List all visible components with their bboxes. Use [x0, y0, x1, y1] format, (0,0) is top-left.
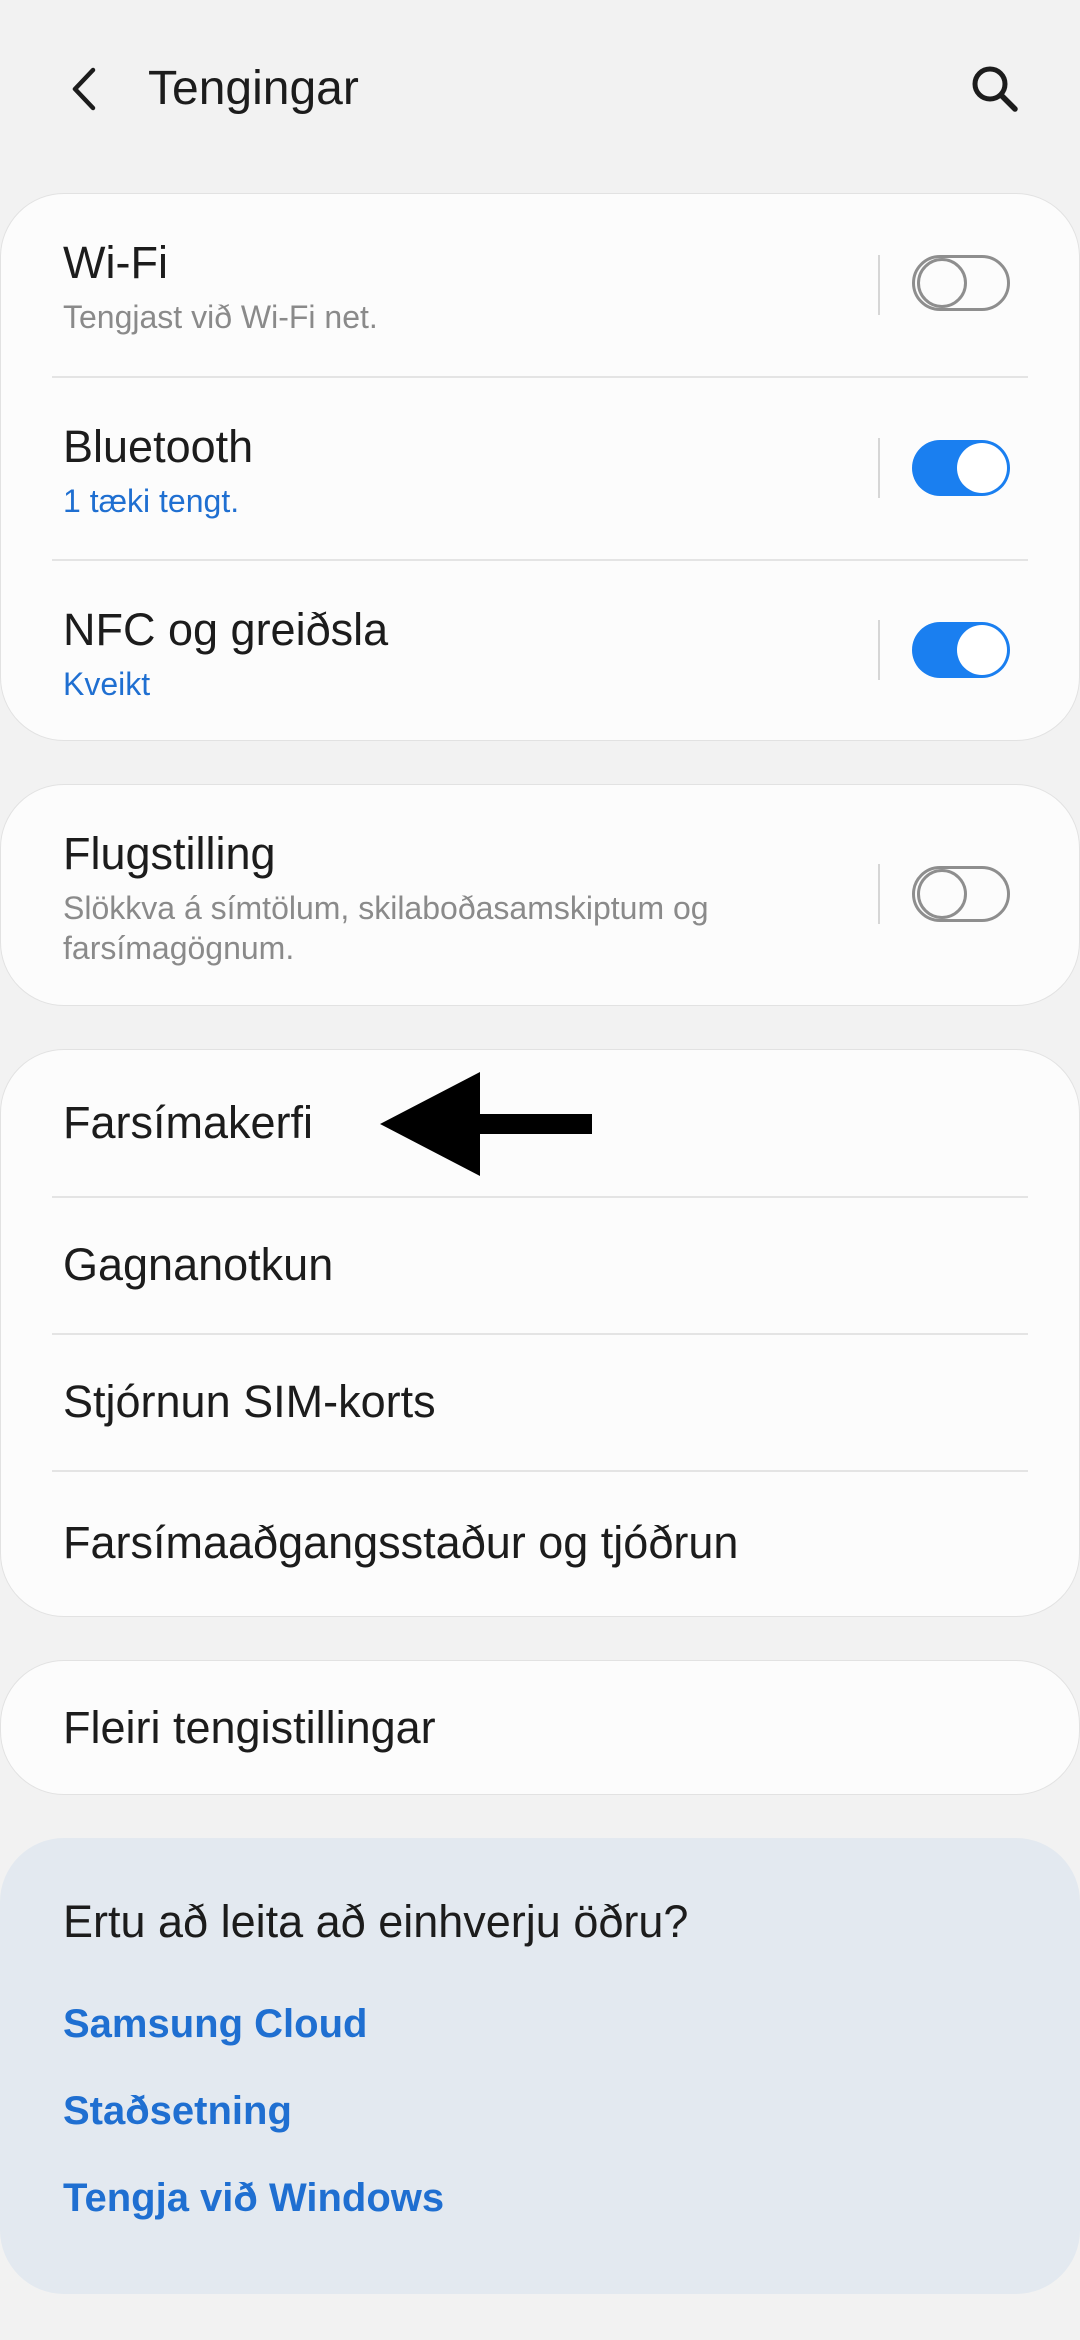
airplane-toggle[interactable]	[912, 866, 1010, 922]
toggle-knob	[957, 625, 1007, 675]
toggle-knob	[917, 258, 967, 308]
wifi-subtitle: Tengjast við Wi-Fi net.	[63, 299, 378, 335]
link-link-to-windows[interactable]: Tengja við Windows	[63, 2172, 444, 2224]
row-separator	[878, 864, 880, 924]
search-button[interactable]	[960, 54, 1030, 124]
hotspot-row[interactable]: Farsímaaðgangsstaður og tjóðrun	[0, 1471, 1080, 1617]
bluetooth-title: Bluetooth	[63, 421, 254, 472]
data-usage-label: Gagnanotkun	[63, 1239, 334, 1290]
annotation-arrow-icon	[380, 1072, 592, 1176]
nfc-subtitle: Kveikt	[63, 666, 151, 702]
more-settings-label: Fleiri tengistillingar	[63, 1702, 436, 1753]
toggle-knob	[957, 443, 1007, 493]
link-samsung-cloud[interactable]: Samsung Cloud	[63, 1998, 367, 2050]
toggle-knob	[917, 869, 967, 919]
data-usage-row[interactable]: Gagnanotkun	[0, 1197, 1080, 1334]
airplane-title: Flugstilling	[63, 828, 276, 879]
mobile-networks-label: Farsímakerfi	[63, 1097, 314, 1148]
more-settings-row[interactable]: Fleiri tengistillingar	[0, 1660, 1080, 1795]
wifi-toggle[interactable]	[912, 255, 1010, 311]
nfc-toggle[interactable]	[912, 622, 1010, 678]
bluetooth-row[interactable]: Bluetooth 1 tæki tengt.	[0, 377, 1080, 559]
page-title: Tengingar	[148, 62, 359, 115]
top-app-bar: Tengingar	[0, 0, 1080, 180]
row-separator	[878, 620, 880, 680]
chevron-left-icon	[72, 67, 96, 111]
nfc-row[interactable]: NFC og greiðsla Kveikt	[0, 560, 1080, 741]
suggestions-title: Ertu að leita að einhverju öðru?	[63, 1896, 689, 1947]
hotspot-label: Farsímaaðgangsstaður og tjóðrun	[63, 1517, 739, 1568]
search-icon	[972, 66, 1018, 112]
airplane-subtitle-line1: Slökkva á símtölum, skilaboðasamskiptum …	[63, 890, 709, 926]
wifi-row[interactable]: Wi-Fi Tengjast við Wi-Fi net.	[0, 193, 1080, 375]
bluetooth-toggle[interactable]	[912, 440, 1010, 496]
bluetooth-subtitle: 1 tæki tengt.	[63, 483, 240, 519]
row-separator	[878, 255, 880, 315]
row-separator	[878, 438, 880, 498]
wifi-title: Wi-Fi	[63, 237, 168, 288]
sim-manager-row[interactable]: Stjórnun SIM-korts	[0, 1334, 1080, 1471]
nfc-title: NFC og greiðsla	[63, 604, 389, 655]
airplane-subtitle-line2: farsímagögnum.	[63, 930, 295, 966]
link-location[interactable]: Staðsetning	[63, 2085, 292, 2137]
sim-manager-label: Stjórnun SIM-korts	[63, 1376, 436, 1427]
back-button[interactable]	[50, 54, 120, 124]
airplane-row[interactable]: Flugstilling Slökkva á símtölum, skilabo…	[0, 784, 1080, 1006]
